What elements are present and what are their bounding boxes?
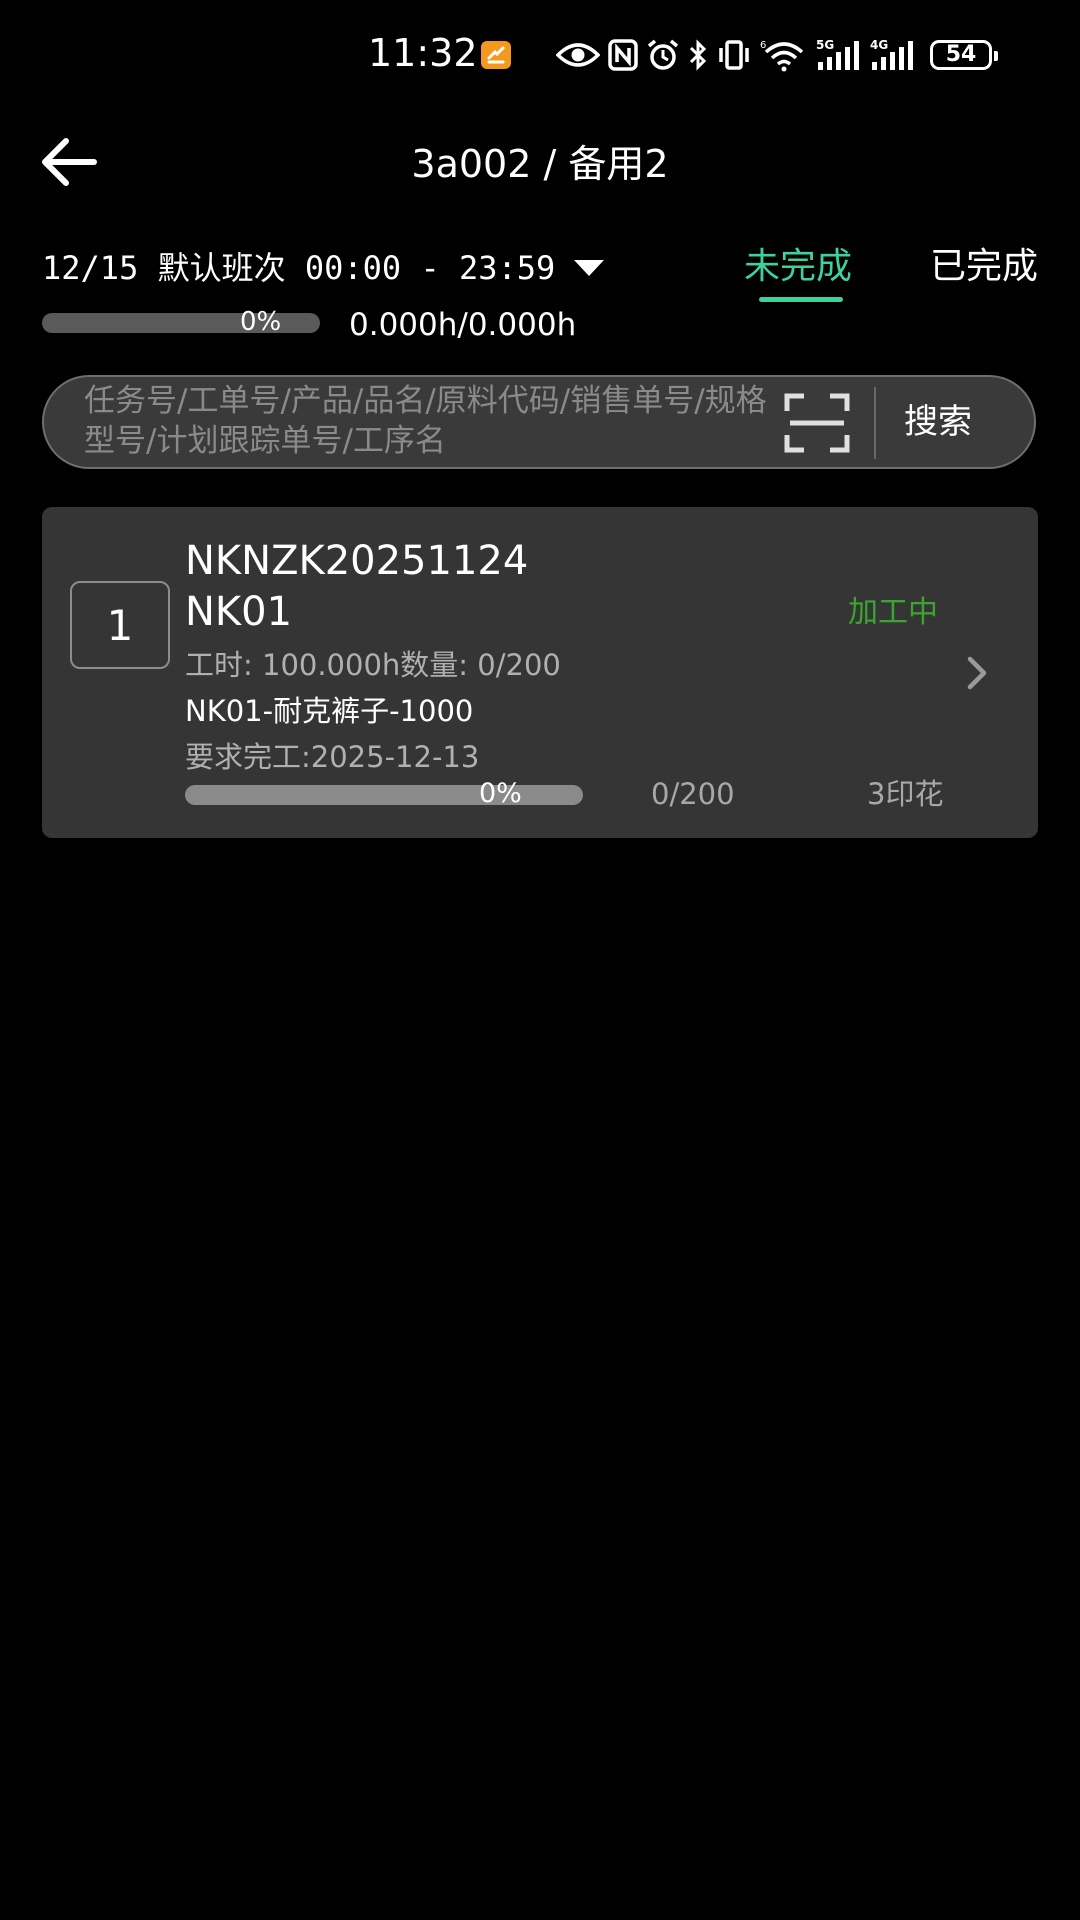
task-status-badge: 加工中 xyxy=(848,595,938,630)
task-hours-quantity: 工时: 100.000h数量: 0/200 xyxy=(185,648,561,682)
search-divider xyxy=(874,387,876,459)
active-tab-indicator xyxy=(759,297,843,302)
task-quantity: 0/200 xyxy=(651,777,735,811)
scan-button[interactable] xyxy=(784,393,850,453)
svg-text:5G: 5G xyxy=(816,38,834,52)
page-title: 3a002 / 备用2 xyxy=(411,142,669,186)
svg-text:4G: 4G xyxy=(870,38,888,52)
hours-summary: 0.000h/0.000h xyxy=(349,307,577,343)
wifi-icon: 6 xyxy=(760,40,804,72)
task-progress-label: 0% xyxy=(479,778,522,809)
nfc-icon xyxy=(608,39,638,71)
battery-level: 54 xyxy=(945,42,977,67)
task-process: 3印花 xyxy=(867,777,944,811)
status-icons: 6 5G 4G 54 xyxy=(556,36,998,74)
status-time: 11:32 xyxy=(368,31,478,75)
task-progress-bar xyxy=(185,785,583,805)
task-index: 1 xyxy=(70,581,170,669)
task-due-date: 要求完工:2025-12-13 xyxy=(185,740,480,774)
tab-incomplete[interactable]: 未完成 xyxy=(744,244,852,290)
alarm-icon xyxy=(647,39,679,70)
shift-text: 12/15 默认班次 00:00 - 23:59 xyxy=(42,249,556,287)
eye-comfort-icon xyxy=(556,43,600,67)
svg-text:6: 6 xyxy=(760,40,766,51)
vibrate-icon xyxy=(719,40,749,70)
task-code: NK01 xyxy=(185,589,293,635)
scan-icon xyxy=(784,393,850,453)
chevron-right-icon xyxy=(967,656,987,690)
task-card[interactable]: 1 NKNZK20251124 NK01 加工中 工时: 100.000h数量:… xyxy=(42,507,1038,838)
task-product: NK01-耐克裤子-1000 xyxy=(185,694,474,728)
signal-5g-icon: 5G xyxy=(816,38,859,70)
search-input[interactable] xyxy=(84,381,774,463)
bluetooth-icon xyxy=(689,39,707,71)
overall-progress-label: 0% xyxy=(240,307,282,337)
battery-icon: 54 xyxy=(930,40,998,70)
status-bar: 11:32 6 5G 4G 54 xyxy=(0,0,1080,110)
app-notification-icon xyxy=(481,41,511,69)
caret-down-icon xyxy=(574,260,605,276)
signal-4g-icon: 4G xyxy=(870,38,913,70)
task-number: NKNZK20251124 xyxy=(185,538,529,584)
tab-complete[interactable]: 已完成 xyxy=(930,244,1038,290)
search-bar: 搜索 xyxy=(42,375,1036,469)
shift-selector[interactable]: 12/15 默认班次 00:00 - 23:59 xyxy=(42,246,605,290)
search-button[interactable]: 搜索 xyxy=(904,397,972,447)
